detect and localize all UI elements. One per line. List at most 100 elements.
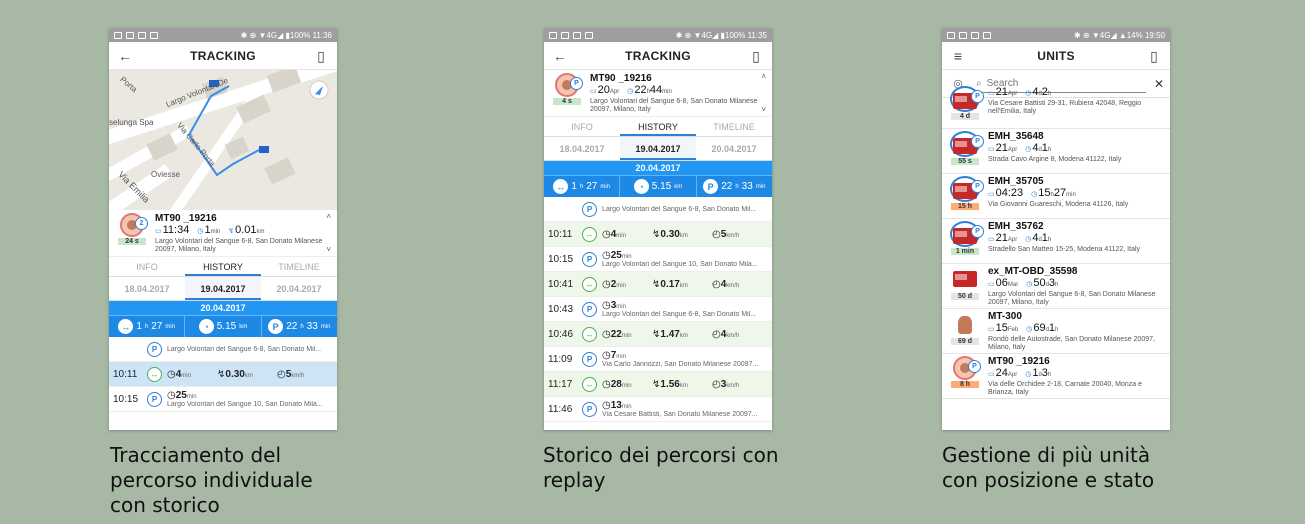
chevron-down-icon[interactable]: ˅ — [761, 105, 766, 114]
history-row[interactable]: 11:17 ↔ ◷28min ↯1.56km ◴3km/h — [544, 372, 772, 397]
map-label-oviesse: Oviesse — [151, 170, 180, 179]
map-icon[interactable]: ▯ — [748, 48, 764, 64]
tab-info[interactable]: INFO — [109, 257, 185, 276]
parking-icon: P — [703, 179, 719, 194]
parking-icon: P — [582, 351, 597, 367]
back-arrow-icon[interactable]: ← — [552, 48, 568, 64]
unit-stats: ▭06Mar ◷50d3h — [988, 277, 1059, 289]
history-row[interactable]: 11:46 P ◷13min Via Cesare Battisti, San Don… — [544, 397, 772, 422]
avatar: 2 — [120, 213, 148, 237]
age-badge: 8 h — [951, 381, 979, 388]
selected-date-header: 20.04.2017 — [109, 301, 337, 315]
chevron-up-icon[interactable]: ˄ — [761, 72, 766, 81]
clock-icon: ◷ — [1026, 326, 1033, 333]
unit-name: ex_MT-OBD_35598 — [988, 266, 1078, 277]
unit-address: Via Giovanni Guareschi, Modena 41126, It… — [988, 201, 1129, 208]
unit-name: MT90 _19216 — [590, 73, 652, 84]
parking-icon: P — [147, 341, 162, 357]
chevron-up-icon[interactable]: ˄ — [326, 212, 331, 221]
tab-info[interactable]: INFO — [544, 117, 620, 136]
history-row[interactable]: 10:46 ↔ ◷22min ↯1.47km ◴4km/h — [544, 322, 772, 347]
history-row[interactable]: P Largo Volontari del Sangue 6-8, San Don… — [544, 197, 772, 222]
truck-icon: P — [950, 131, 984, 157]
route-icon: ↔ — [118, 319, 134, 334]
truck-icon: P — [950, 221, 984, 247]
unit-stats: ▭21Apr ◷4d1h — [988, 232, 1052, 244]
unit-list-item[interactable]: P8 h MT90 _19216 ▭24Apr ◷1d3h Via delle Orch… — [942, 354, 1170, 399]
unit-list-item[interactable]: 69 d MT-300 ▭15Feb ◷69d1h Rondò delle Autost… — [942, 309, 1170, 354]
status-info: ✱ ⊕ ▼4G◢ ▲14% 19:50 — [1074, 30, 1165, 40]
summary-parking-time: P 22 h 33 min — [262, 316, 337, 337]
unit-address: Largo Volontari del Sangue 6-8, San Dona… — [590, 98, 758, 113]
history-row[interactable]: 10:15 P ◷25min Largo Volontari del Sangue… — [109, 387, 337, 412]
tab-history[interactable]: HISTORY — [185, 257, 261, 276]
history-row[interactable]: 10:43 P ◷3min Largo Volontari del Sangue 6-… — [544, 297, 772, 322]
unit-address: Rondò delle Autostrade, San Donato Milan… — [988, 336, 1155, 351]
history-row[interactable]: 10:41 ↔ ◷2min ↯0.17km ◴4km/h — [544, 272, 772, 297]
unit-card[interactable]: 2 24 s MT90 _19216 ▭11:34 ◷1min ↯0.01km L… — [109, 210, 337, 257]
date-option-active[interactable]: 19.04.2017 — [620, 137, 696, 160]
avatar: P — [953, 356, 981, 380]
caption-units: Gestione di più unità con posizione e sta… — [942, 443, 1155, 492]
history-list: P Largo Volontari del Sangue 6-8, San Don… — [544, 197, 772, 422]
menu-icon[interactable]: ≡ — [950, 48, 966, 64]
date-selector: 18.04.2017 19.04.2017 20.04.2017 — [109, 277, 337, 301]
calendar-icon: ▭ — [988, 326, 995, 333]
map-icon[interactable]: ▯ — [1146, 48, 1162, 64]
date-option-active[interactable]: 19.04.2017 — [185, 277, 261, 300]
map-label-spa: selunga Spa — [109, 118, 154, 127]
date-option[interactable]: 20.04.2017 — [696, 137, 772, 160]
date-option[interactable]: 20.04.2017 — [261, 277, 337, 300]
chevron-down-icon[interactable]: ˅ — [326, 245, 331, 254]
parking-icon: P — [268, 319, 284, 334]
unit-stats: ▭24Apr ◷1d3h — [988, 367, 1052, 379]
clock-icon: ◷ — [627, 88, 634, 95]
age-badge: 4 d — [951, 113, 979, 120]
avatar: P — [555, 73, 583, 97]
summary-bar: ↔ 1 h 27 min ◔ 5.15 km P 22 h 33 min — [109, 315, 337, 337]
summary-distance: ◔ 5.15 km — [620, 176, 697, 197]
unit-stats: ▭21Apr ◷4d2h — [988, 86, 1052, 98]
page-title: UNITS — [1037, 48, 1075, 63]
calendar-icon: ▭ — [988, 191, 995, 198]
unit-list-item[interactable]: P 15 h EMH_35705 ▭04:23 ◷15h27min Via Giovann… — [942, 174, 1170, 219]
app-bar: ← TRACKING ▯ — [109, 42, 337, 70]
tab-history[interactable]: HISTORY — [620, 117, 696, 136]
route-icon: ↔ — [582, 226, 597, 242]
unit-list-item[interactable]: P1 min EMH_35762 ▭21Apr ◷4d1h Stradello San … — [942, 219, 1170, 264]
calendar-icon: ▭ — [590, 88, 597, 95]
status-info: ✱ ⊕ ▼4G◢ ▮100% 11:35 — [675, 30, 767, 40]
parking-icon: P — [147, 391, 162, 407]
unit-list-item[interactable]: 50 d ex_MT-OBD_35598 ▭06Mar ◷50d3h Largo Vol… — [942, 264, 1170, 309]
unit-list-item[interactable]: P4 d ▭21Apr ◷4d2h Via Cesare Battisti 29-31… — [942, 84, 1170, 129]
page-title: TRACKING — [625, 48, 691, 63]
page-title: TRACKING — [190, 48, 256, 63]
caption-tracking: Tracciamento del percorso individuale con … — [110, 443, 313, 517]
age-badge: 15 h — [951, 203, 979, 210]
phone-screenshot-history: ✱ ⊕ ▼4G◢ ▮100% 11:35 ← TRACKING ▯ P 4 s M… — [544, 28, 772, 430]
unit-stats: ▭11:34 ◷1min ↯0.01km — [155, 224, 265, 236]
history-row[interactable]: 10:11 ↔ ◷4min ↯0.30km ◴5km/h — [544, 222, 772, 247]
phone-screenshot-units: ✱ ⊕ ▼4G◢ ▲14% 19:50 ≡ UNITS ▯ ◎ ⌕ ✕ P4 d… — [942, 28, 1170, 430]
map-view[interactable]: Porta Largo Volontari De selunga Spa Via… — [109, 70, 337, 210]
age-badge: 55 s — [951, 158, 979, 165]
history-row[interactable]: 10:11 ↔ ◷4min ↯0.30km ◴5km/h — [109, 362, 337, 387]
history-row[interactable]: 11:09 P ◷7min Via Carlo Jannozzi, San Donat… — [544, 347, 772, 372]
tab-timeline[interactable]: TIMELINE — [696, 117, 772, 136]
date-option[interactable]: 18.04.2017 — [109, 277, 185, 300]
history-row[interactable]: P Largo Volontari del Sangue 6-8, San Do… — [109, 337, 337, 362]
tab-timeline[interactable]: TIMELINE — [261, 257, 337, 276]
unit-card[interactable]: P 4 s MT90 _19216 ▭20Apr ◷22h44min Largo … — [544, 70, 772, 117]
parking-icon: P — [582, 301, 597, 317]
history-row[interactable]: 10:15 P ◷25min Largo Volontari del Sangue 1… — [544, 247, 772, 272]
clock-icon: ◷ — [1026, 281, 1033, 288]
parking-icon: P — [570, 77, 583, 90]
unit-list-item[interactable]: P 55 s EMH_35648 ▭21Apr ◷4d1h Strada Cavo Arg… — [942, 129, 1170, 174]
clock-icon: ◷ — [1031, 191, 1038, 198]
back-arrow-icon[interactable]: ← — [117, 48, 133, 64]
distance-icon: ↯ — [228, 228, 235, 235]
map-icon[interactable]: ▯ — [313, 48, 329, 64]
date-option[interactable]: 18.04.2017 — [544, 137, 620, 160]
unit-stats: ▭21Apr ◷4d1h — [988, 142, 1052, 154]
unit-address: Largo Volontari del Sangue 6-8, San Dona… — [988, 291, 1156, 306]
